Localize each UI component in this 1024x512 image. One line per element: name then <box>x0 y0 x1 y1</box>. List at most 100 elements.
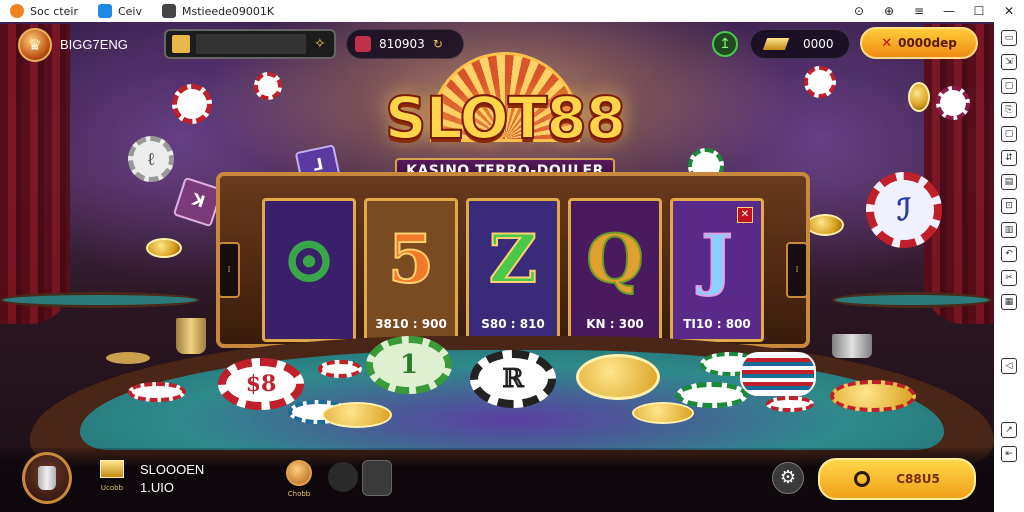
reel-3[interactable]: Z S80 : 810 <box>466 198 560 342</box>
chip-icon <box>172 84 212 124</box>
deposit-label: 0000dep <box>898 36 957 50</box>
apk-icon[interactable]: ▤ <box>1001 174 1017 190</box>
logo-title: SLOT88 <box>384 83 627 153</box>
chip-icon <box>254 72 282 100</box>
tab-app-label: Soc cteir <box>30 4 78 18</box>
reel-symbol: Q <box>585 219 645 299</box>
search-bar[interactable]: ✧ <box>164 29 336 59</box>
reel-value: KN : 300 <box>586 317 644 331</box>
fullscreen-icon[interactable]: ▭ <box>1001 30 1017 46</box>
chip-icon <box>322 402 392 428</box>
reel-symbol-coin-icon: ⊙ <box>281 220 337 298</box>
background-table-right <box>832 292 992 308</box>
back-icon[interactable]: ◁ <box>1001 358 1017 374</box>
chip-icon: $8 <box>218 358 304 410</box>
sync-icon[interactable]: ⇵ <box>1001 150 1017 166</box>
tab-cloud[interactable]: Ceiv <box>88 0 152 22</box>
spin-button[interactable]: C88U5 <box>818 458 976 500</box>
badge-label: Chobb <box>287 490 311 498</box>
reel-symbol: 5 <box>387 219 435 299</box>
expand-icon[interactable]: ⇲ <box>1001 54 1017 70</box>
shadow-avatar-icon[interactable] <box>328 462 358 492</box>
coin-icon <box>806 214 844 236</box>
chip-icon <box>676 382 748 408</box>
reel-4[interactable]: Q KN : 300 <box>568 198 662 342</box>
balance-value: 810903 <box>379 37 425 51</box>
chip-icon <box>318 360 362 378</box>
reel-5[interactable]: ✕ J TI10 : 800 <box>670 198 764 342</box>
settings-button[interactable]: ⚙ <box>772 462 804 494</box>
sparkle-icon[interactable]: ✧ <box>314 36 326 52</box>
home-icon[interactable]: ⇤ <box>1001 446 1017 462</box>
chip-icon: 1 <box>366 336 452 394</box>
deposit-button[interactable]: ✕ 0000dep <box>860 27 978 59</box>
reel-value: S80 : 810 <box>481 317 545 331</box>
gold-bar-icon <box>762 38 790 50</box>
cup-icon <box>176 318 206 354</box>
gamepad-icon[interactable]: ⊕ <box>874 4 904 18</box>
reel-1[interactable]: ⊙ <box>262 198 356 342</box>
folder-icon[interactable]: ▥ <box>1001 222 1017 238</box>
spin-icon <box>854 471 871 487</box>
medal-icon <box>286 460 312 486</box>
tab-window[interactable]: Mstieede09001K <box>152 0 284 22</box>
refresh-icon[interactable]: ↻ <box>433 37 443 51</box>
curtain-right <box>924 24 994 324</box>
tab-cloud-label: Ceiv <box>117 4 142 18</box>
reel-symbol: Z <box>488 219 538 299</box>
bag-label: Ucobb <box>100 484 124 492</box>
level-button[interactable]: ↥ <box>712 31 738 57</box>
player-avatar[interactable]: ♛ <box>18 28 52 62</box>
scissors-icon[interactable]: ✂ <box>1001 270 1017 286</box>
tab-window-label: Mstieede09001K <box>181 4 275 18</box>
gear-icon: ⚙ <box>779 467 797 488</box>
menu-icon[interactable]: ≡ <box>904 4 934 18</box>
grid-icon[interactable]: ▦ <box>1001 294 1017 310</box>
close-button[interactable]: ✕ <box>994 4 1024 18</box>
chip-icon <box>632 402 694 424</box>
spin-label: C88U5 <box>896 472 940 486</box>
reel-symbol: J <box>700 219 733 299</box>
reward-button[interactable]: Chobb <box>282 460 316 500</box>
bottom-subtitle: 1.UIO <box>140 480 174 495</box>
deposit-icon: ✕ <box>881 35 893 51</box>
window-controls: ⊙ ⊕ ≡ — ☐ ✕ <box>844 0 1024 22</box>
player-name: BIGG7ENG <box>60 37 128 52</box>
castle-icon <box>172 35 190 53</box>
bottle-icon[interactable] <box>362 460 392 496</box>
chip-stack-icon <box>740 352 816 396</box>
crown-icon: ♛ <box>28 36 42 54</box>
reel-value: TI10 : 800 <box>683 317 751 331</box>
gems-value: 0000 <box>803 37 834 51</box>
copy-icon[interactable]: ⎘ <box>1001 102 1017 118</box>
coin-icon <box>146 238 182 258</box>
search-input[interactable] <box>196 34 306 54</box>
machine-side-right: ⁞ <box>786 242 808 298</box>
bag-button[interactable]: Ucobb <box>94 460 130 498</box>
window-icon <box>161 4 176 18</box>
reel-2[interactable]: 5 3810 : 900 <box>364 198 458 342</box>
screenshot-icon[interactable]: ⊡ <box>1001 198 1017 214</box>
tab-app[interactable]: Soc cteir <box>0 0 88 22</box>
slot-machine: ⁞ ⁞ ⊙ 5 3810 : 900 Z S80 : 810 Q KN : 30… <box>216 172 810 348</box>
arrow-up-icon: ↥ <box>719 36 731 52</box>
maximize-button[interactable]: ☐ <box>964 4 994 18</box>
cloud-icon <box>97 4 112 18</box>
treasure-icon <box>355 36 371 52</box>
chip-icon <box>830 380 916 412</box>
chip-icon: ℓ <box>128 136 174 182</box>
app-icon <box>10 4 24 18</box>
keyboard-icon[interactable]: ▢ <box>1001 78 1017 94</box>
chip-icon <box>128 382 186 402</box>
account-icon[interactable]: ⊙ <box>844 4 874 18</box>
share-icon[interactable]: ↗ <box>1001 422 1017 438</box>
profile-badge[interactable] <box>22 452 72 504</box>
minimize-button[interactable]: — <box>934 4 964 18</box>
gold-bar-icon <box>100 460 124 478</box>
trophy-icon <box>38 466 56 490</box>
chip-icon: ℝ <box>470 350 556 408</box>
screen-icon[interactable]: ▢ <box>1001 126 1017 142</box>
coin-icon <box>908 82 930 112</box>
rotate-icon[interactable]: ↶ <box>1001 246 1017 262</box>
chip-icon <box>804 66 836 98</box>
